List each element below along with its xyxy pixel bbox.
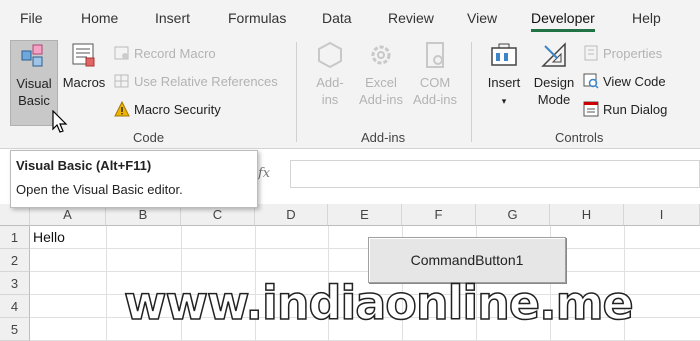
mouse-cursor-icon [52, 110, 68, 133]
com-addins-label-2: Add-ins [412, 92, 458, 107]
com-addins-label-1: COM [419, 75, 451, 90]
macros-icon [72, 43, 95, 67]
macro-security-label: Macro Security [134, 101, 221, 117]
watermark: www.indiaonline.me [123, 275, 634, 331]
design-mode-icon [541, 42, 566, 67]
warning-icon [114, 101, 130, 117]
visual-basic-button[interactable]: Visual Basic [10, 40, 58, 126]
design-mode-label-1: Design [533, 75, 575, 90]
gridline [30, 271, 700, 272]
run-dialog-label: Run Dialog [603, 101, 668, 117]
tooltip: Visual Basic (Alt+F11) Open the Visual B… [10, 150, 258, 208]
group-separator [296, 42, 297, 142]
cell-a1[interactable]: Hello [33, 229, 65, 245]
ribbon-tabs: File Home Insert Formulas Data Review Vi… [0, 0, 700, 36]
insert-control-label: Insert [487, 75, 521, 90]
addins-label-2: ins [321, 92, 339, 107]
addins-label-1: Add- [316, 75, 344, 90]
addins-button[interactable]: Add- ins [310, 40, 350, 108]
tab-developer[interactable]: Developer [531, 10, 595, 32]
column-header-f[interactable]: F [402, 204, 476, 226]
properties-label: Properties [603, 45, 663, 61]
chevron-down-icon: ▾ [501, 96, 507, 106]
controls-group-label: Controls [555, 130, 604, 145]
run-dialog-icon [583, 101, 599, 117]
tab-insert[interactable]: Insert [155, 10, 190, 26]
visual-basic-label-2: Basic [18, 93, 50, 108]
column-header-d[interactable]: D [255, 204, 328, 226]
gridline [30, 248, 700, 249]
gridline [106, 226, 107, 341]
design-mode-label-2: Mode [537, 92, 571, 107]
relative-references-icon [114, 74, 129, 88]
addins-icon [318, 41, 342, 69]
tooltip-title: Visual Basic (Alt+F11) [16, 158, 152, 173]
formula-input[interactable] [290, 160, 700, 188]
view-code-label: View Code [603, 73, 666, 89]
toolbox-icon [491, 43, 517, 66]
view-code-icon [583, 73, 599, 89]
excel-addins-label-1: Excel [365, 75, 397, 90]
tab-review[interactable]: Review [388, 10, 434, 26]
relative-references-label: Use Relative References [134, 73, 278, 89]
gear-icon [371, 45, 391, 65]
column-header-g[interactable]: G [476, 204, 550, 226]
properties-button[interactable]: Properties [583, 45, 662, 61]
excel-addins-button[interactable]: Excel Add-ins [356, 40, 406, 108]
ribbon: Visual Basic Macros Record Macro Use Rel… [0, 36, 700, 149]
tab-file[interactable]: File [20, 10, 43, 26]
excel-addins-label-2: Add-ins [358, 92, 404, 107]
design-mode-button[interactable]: Design Mode [530, 40, 578, 108]
insert-control-button[interactable]: Insert ▾ [484, 40, 524, 110]
column-header-h[interactable]: H [550, 204, 624, 226]
row-header-1[interactable]: 1 [0, 226, 30, 249]
record-macro-label: Record Macro [134, 45, 216, 61]
group-separator [471, 42, 472, 142]
code-group-label: Code [133, 130, 165, 145]
com-addins-icon [426, 42, 444, 68]
row-header-4[interactable]: 4 [0, 295, 30, 318]
tooltip-text: Open the Visual Basic editor. [16, 182, 183, 197]
record-macro-button[interactable]: Record Macro [114, 45, 216, 61]
tab-formulas[interactable]: Formulas [228, 10, 286, 26]
properties-icon [584, 45, 598, 61]
addins-group-label: Add-ins [361, 130, 406, 145]
tab-data[interactable]: Data [322, 10, 352, 26]
row-header-2[interactable]: 2 [0, 249, 30, 272]
tab-help[interactable]: Help [632, 10, 661, 26]
fx-icon[interactable]: fx [258, 166, 270, 181]
visual-basic-label-1: Visual [16, 76, 52, 91]
macros-button[interactable]: Macros [60, 40, 108, 91]
column-header-i[interactable]: I [624, 204, 700, 226]
view-code-button[interactable]: View Code [583, 73, 666, 89]
visual-basic-icon [21, 44, 43, 67]
macro-security-button[interactable]: Macro Security [114, 101, 221, 117]
tab-home[interactable]: Home [81, 10, 118, 26]
run-dialog-button[interactable]: Run Dialog [583, 101, 667, 117]
row-header-5[interactable]: 5 [0, 318, 30, 341]
com-addins-button[interactable]: COM Add-ins [410, 40, 460, 108]
relative-references-button[interactable]: Use Relative References [114, 73, 278, 89]
macros-label: Macros [62, 75, 106, 90]
column-header-e[interactable]: E [328, 204, 402, 226]
row-header-3[interactable]: 3 [0, 272, 30, 295]
record-macro-icon [114, 46, 129, 60]
tab-view[interactable]: View [467, 10, 497, 26]
